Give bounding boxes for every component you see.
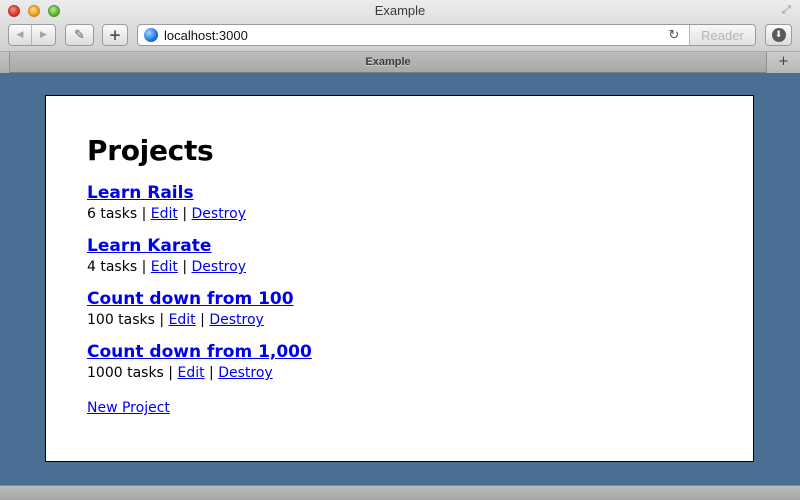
tab-bar: Example + — [0, 52, 800, 73]
edit-link[interactable]: Edit — [169, 312, 196, 328]
project-item: Learn Rails 6 tasks | Edit | Destroy — [87, 183, 753, 224]
task-count: 6 tasks — [87, 206, 138, 222]
separator: | — [168, 365, 174, 381]
plus-icon: + — [778, 54, 789, 69]
separator: | — [182, 206, 188, 222]
tab-example[interactable]: Example — [10, 52, 766, 73]
page-title: Projects — [87, 134, 214, 167]
project-link[interactable]: Count down from 1,000 — [87, 342, 312, 362]
plus-icon: + — [108, 26, 122, 44]
project-meta: 1000 tasks | Edit | Destroy — [87, 363, 753, 383]
project-item: Count down from 1,000 1000 tasks | Edit … — [87, 342, 753, 383]
reader-button[interactable]: Reader — [689, 25, 755, 45]
back-arrow-icon: ◀ — [16, 30, 24, 40]
separator: | — [159, 312, 165, 328]
destroy-link[interactable]: Destroy — [209, 312, 263, 328]
separator: | — [182, 259, 188, 275]
edit-link[interactable]: Edit — [177, 365, 204, 381]
destroy-link[interactable]: Destroy — [192, 259, 246, 275]
edit-link[interactable]: Edit — [151, 259, 178, 275]
tab-bar-left-edge — [0, 52, 10, 73]
share-icon: ✎ — [74, 27, 85, 43]
fullscreen-icon[interactable]: ⤢ — [782, 4, 794, 16]
separator: | — [141, 206, 147, 222]
url-input[interactable] — [164, 25, 665, 45]
back-forward-buttons: ◀ ▶ — [8, 24, 56, 46]
edit-link[interactable]: Edit — [151, 206, 178, 222]
task-count: 100 tasks — [87, 312, 155, 328]
separator: | — [200, 312, 205, 328]
reload-icon[interactable]: ↻ — [665, 28, 683, 43]
project-link[interactable]: Count down from 100 — [87, 289, 294, 309]
destroy-link[interactable]: Destroy — [192, 206, 246, 222]
project-item: Learn Karate 4 tasks | Edit | Destroy — [87, 236, 753, 277]
window-title: Example — [374, 3, 426, 18]
project-meta: 6 tasks | Edit | Destroy — [87, 204, 753, 224]
address-bar: ↻ Reader — [137, 24, 756, 46]
task-count: 1000 tasks — [87, 365, 164, 381]
destroy-link[interactable]: Destroy — [218, 365, 272, 381]
browser-titlebar: Example ⤢ ◀ ▶ ✎ + ↻ Reader ⬇ — [0, 0, 800, 52]
download-icon: ⬇ — [771, 28, 786, 42]
project-item: Count down from 100 100 tasks | Edit | D… — [87, 289, 753, 330]
forward-button[interactable]: ▶ — [32, 25, 55, 45]
globe-icon — [144, 28, 158, 42]
add-bookmark-button[interactable]: + — [102, 24, 128, 46]
separator: | — [209, 365, 214, 381]
task-count: 4 tasks — [87, 259, 138, 275]
status-bar — [0, 485, 800, 500]
downloads-button[interactable]: ⬇ — [765, 24, 792, 46]
new-tab-button[interactable]: + — [766, 52, 800, 73]
project-meta: 100 tasks | Edit | Destroy — [87, 310, 753, 330]
page-content: Projects Learn Rails 6 tasks | Edit | De… — [45, 95, 754, 462]
separator: | — [141, 259, 147, 275]
share-button[interactable]: ✎ — [65, 24, 94, 46]
project-link[interactable]: Learn Karate — [87, 236, 211, 256]
project-link[interactable]: Learn Rails — [87, 183, 194, 203]
back-button[interactable]: ◀ — [9, 25, 32, 45]
project-meta: 4 tasks | Edit | Destroy — [87, 257, 753, 277]
new-project-link[interactable]: New Project — [87, 400, 170, 416]
forward-arrow-icon: ▶ — [40, 30, 47, 40]
